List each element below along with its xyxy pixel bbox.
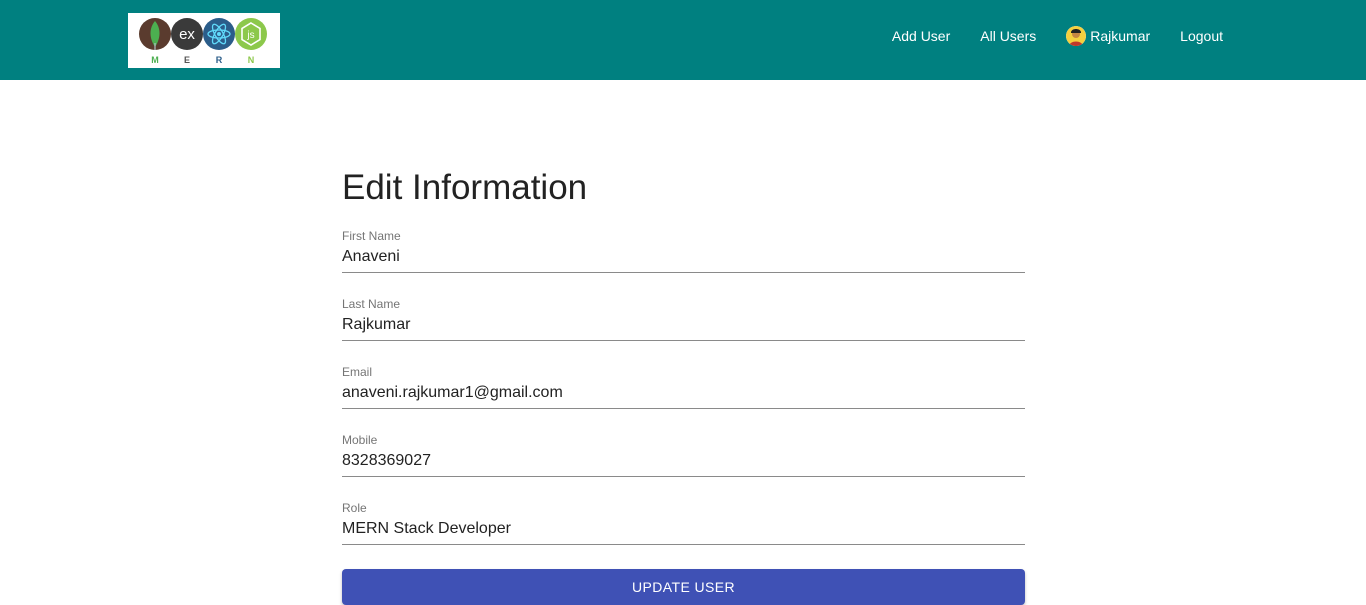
mern-logo[interactable]: ex js M E R N xyxy=(128,13,280,68)
logo-letter-r: R xyxy=(216,55,223,65)
email-label: Email xyxy=(342,365,373,379)
avatar xyxy=(1066,26,1087,46)
field-underline xyxy=(342,544,1025,545)
nav-user-profile[interactable]: Rajkumar xyxy=(1066,26,1150,46)
mern-logo-image: ex js M E R N xyxy=(139,18,267,65)
email-input[interactable] xyxy=(342,382,1025,404)
user-avatar-icon xyxy=(1066,26,1087,46)
logo-letter-m: M xyxy=(151,55,159,65)
logo-letter-n: N xyxy=(248,55,255,65)
logo-letter-e: E xyxy=(184,55,190,65)
role-field: Role xyxy=(342,501,1025,551)
mobile-label: Mobile xyxy=(342,433,378,447)
mobile-field: Mobile xyxy=(342,433,1025,483)
page-title: Edit Information xyxy=(342,168,588,207)
last-name-label: Last Name xyxy=(342,297,401,311)
last-name-input[interactable] xyxy=(342,314,1025,336)
mobile-input[interactable] xyxy=(342,450,1025,472)
nav-logout[interactable]: Logout xyxy=(1180,28,1223,44)
nav-add-user[interactable]: Add User xyxy=(892,28,950,44)
field-underline xyxy=(342,340,1025,341)
field-underline xyxy=(342,408,1025,409)
last-name-field: Last Name xyxy=(342,297,1025,347)
update-user-button[interactable]: UPDATE USER xyxy=(342,569,1025,605)
first-name-input[interactable] xyxy=(342,246,1025,268)
express-text: ex xyxy=(179,26,195,43)
field-underline xyxy=(342,272,1025,273)
field-underline xyxy=(342,476,1025,477)
nav-all-users[interactable]: All Users xyxy=(980,28,1036,44)
navbar: ex js M E R N Add User All Users Rajkuma… xyxy=(0,0,1366,80)
role-input[interactable] xyxy=(342,518,1025,540)
role-label: Role xyxy=(342,501,367,515)
nav-links: Add User All Users Rajkumar Logout xyxy=(862,0,1223,72)
nav-user-name: Rajkumar xyxy=(1090,28,1151,44)
email-field: Email xyxy=(342,365,1025,415)
first-name-field: First Name xyxy=(342,229,1025,279)
nodejs-text: js xyxy=(246,30,254,41)
first-name-label: First Name xyxy=(342,229,401,243)
edit-user-form: Edit Information First Name Last Name Em… xyxy=(342,166,1025,605)
